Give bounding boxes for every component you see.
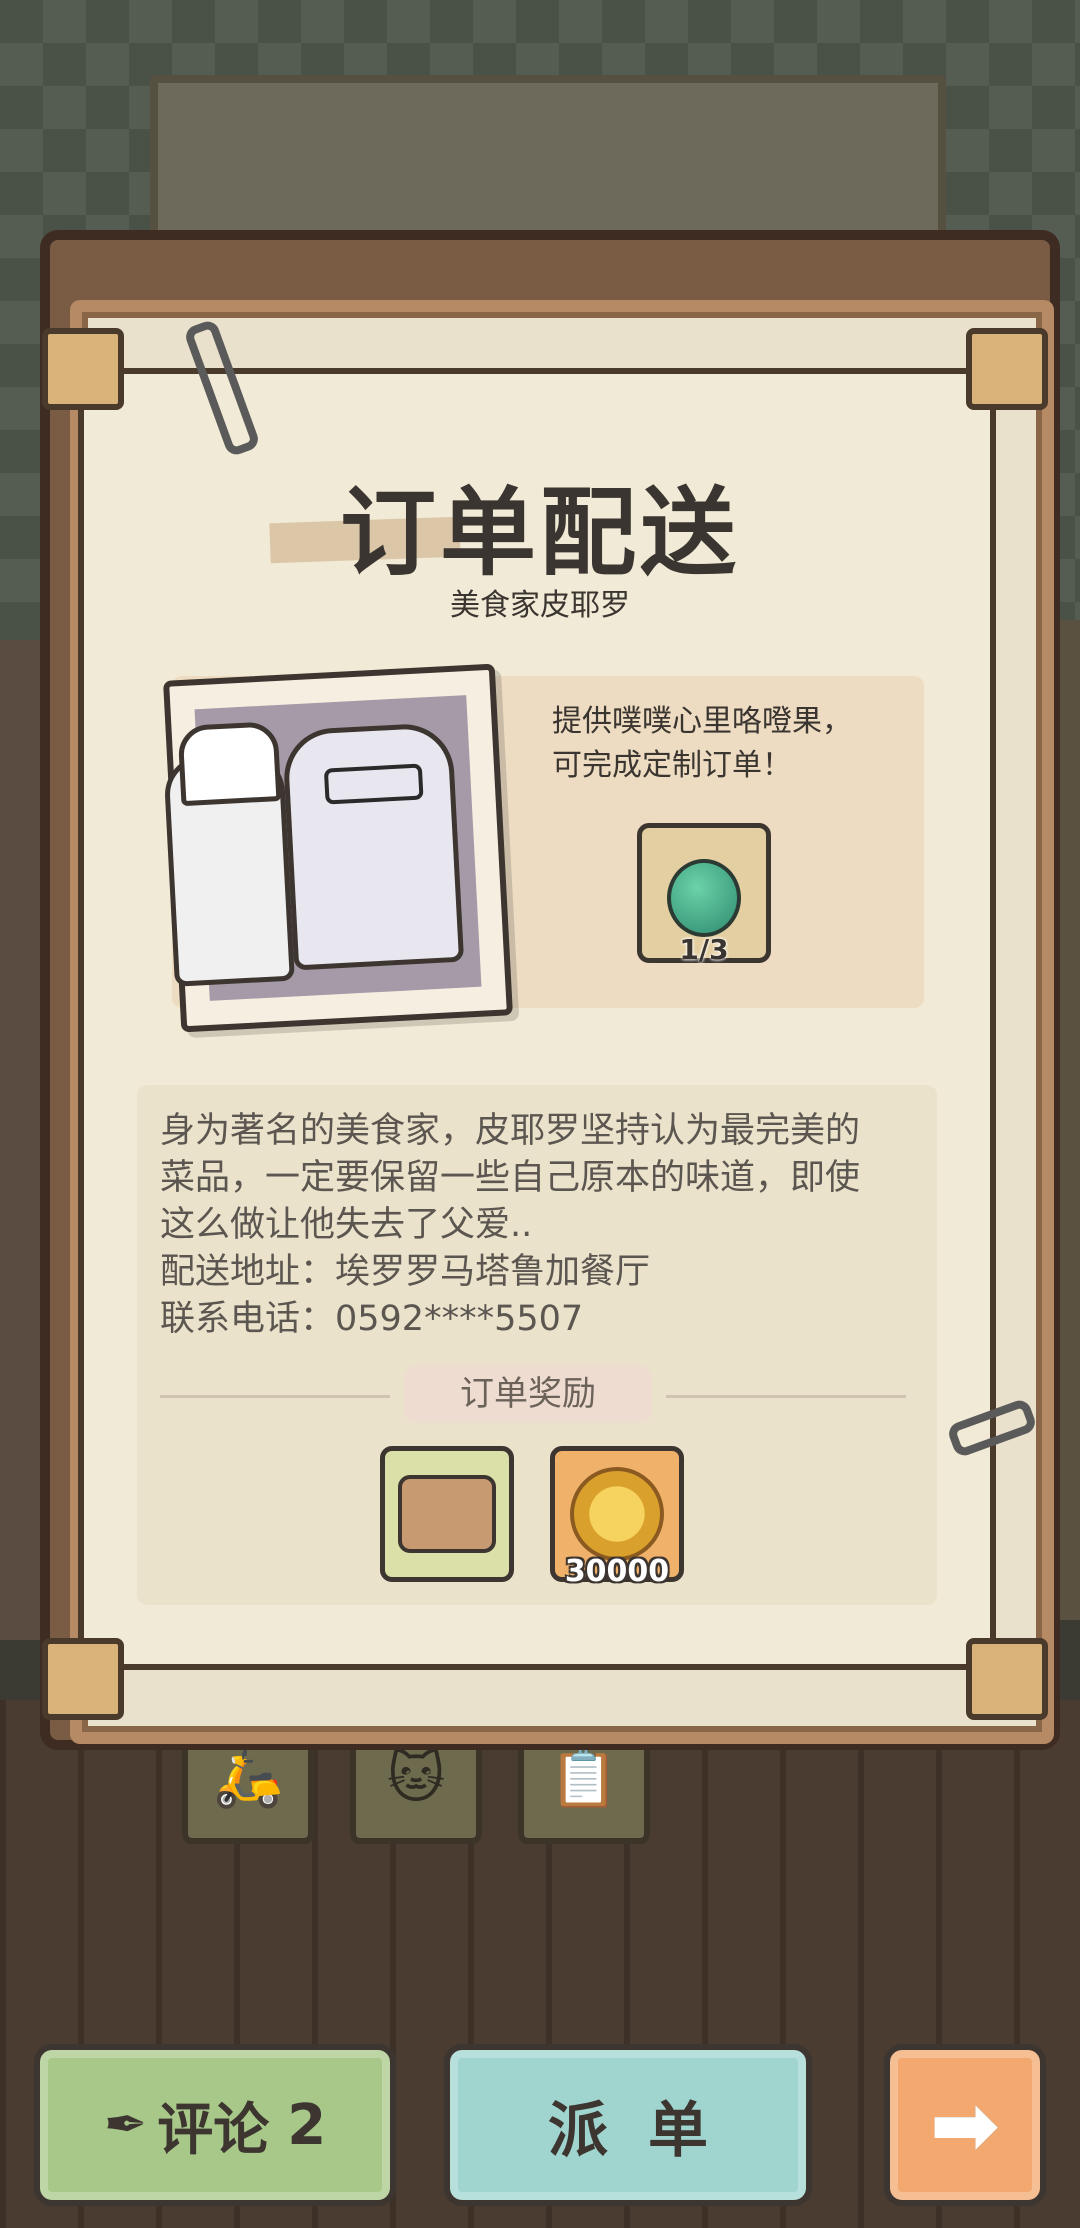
- description-line: 这么做让他失去了父爱..: [160, 1205, 533, 1245]
- next-button[interactable]: ➡: [884, 2044, 1046, 2206]
- gold-coin-icon: [570, 1467, 664, 1561]
- required-item-slot[interactable]: 1/3: [637, 823, 771, 966]
- board-corner-top-right: [966, 328, 1048, 410]
- food-can-icon: [398, 1475, 496, 1553]
- requirement-line-1: 提供噗噗心里咯噔果，: [552, 704, 852, 739]
- order-description: 身为著名的美食家，皮耶罗坚持认为最完美的 菜品，一定要保留一些自己原本的味道，即…: [160, 1108, 920, 1343]
- board-corner-bottom-right: [966, 1638, 1048, 1720]
- reward-item[interactable]: [380, 1446, 514, 1582]
- reward-count: 30000: [564, 1554, 670, 1589]
- requirement-text: 提供噗噗心里咯噔果， 可完成定制订单！: [552, 700, 892, 788]
- gourmet-figure: [281, 721, 465, 971]
- description-line: 菜品，一定要保留一些自己原本的味道，即使: [160, 1158, 861, 1198]
- required-item-progress: 1/3: [679, 933, 729, 966]
- customer-portrait: [162, 663, 513, 1033]
- rewards-label: 订单奖励: [404, 1365, 652, 1423]
- divider: [160, 1395, 390, 1398]
- requirement-line-2: 可完成定制订单！: [552, 748, 792, 783]
- review-button[interactable]: ✒ 评论 2: [34, 2044, 396, 2206]
- green-fruit-icon: [667, 859, 741, 937]
- dispatch-button-label: 派单: [548, 2095, 748, 2166]
- contact-phone: 联系电话：0592****5507: [160, 1299, 584, 1339]
- quill-icon: ✒: [103, 2095, 148, 2155]
- dialog-title: 订单配送: [340, 477, 740, 589]
- board-corner-bottom-left: [42, 1638, 124, 1720]
- glasses-icon: [323, 763, 424, 805]
- arrow-right-icon: ➡: [929, 2076, 1001, 2174]
- dispatch-button[interactable]: 派单: [444, 2044, 812, 2206]
- review-button-label: 评论: [157, 2097, 270, 2163]
- description-line: 身为著名的美食家，皮耶罗坚持认为最完美的: [160, 1111, 861, 1151]
- customer-name: 美食家皮耶罗: [450, 588, 630, 623]
- delivery-address: 配送地址：埃罗罗马塔鲁加餐厅: [160, 1252, 651, 1292]
- board-corner-top-left: [42, 328, 124, 410]
- reward-item[interactable]: 30000: [550, 1446, 684, 1589]
- divider: [666, 1395, 906, 1398]
- chef-hat-icon: [177, 721, 282, 807]
- review-count: 2: [287, 2092, 327, 2158]
